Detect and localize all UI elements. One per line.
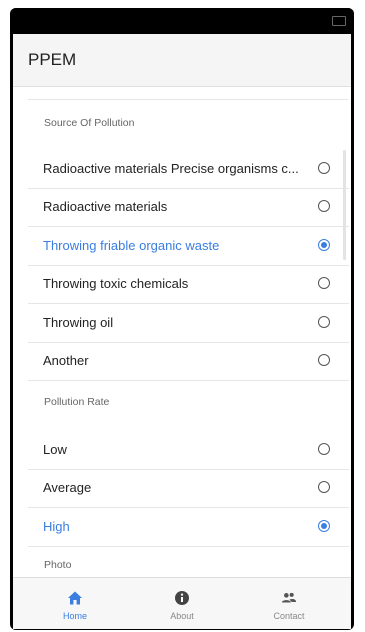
source-option-3[interactable]: Throwing toxic chemicals xyxy=(28,265,349,304)
device-frame: PPEM Source Of Pollution Radioactive mat… xyxy=(10,8,354,630)
radio-button[interactable] xyxy=(318,200,330,212)
option-label: Throwing toxic chemicals xyxy=(43,276,189,291)
nav-label-home: Home xyxy=(62,611,87,621)
form-content[interactable]: Source Of Pollution Radioactive material… xyxy=(13,87,351,577)
option-label: Radioactive materials Precise organisms … xyxy=(43,161,299,176)
option-label: Average xyxy=(43,480,92,495)
radio-button[interactable] xyxy=(318,162,330,174)
radio-button[interactable] xyxy=(318,239,330,251)
bottom-navigation: Home About Contact xyxy=(13,577,351,629)
battery-icon xyxy=(332,16,346,26)
rate-option-1[interactable]: Average xyxy=(28,469,349,508)
radio-button[interactable] xyxy=(318,316,330,328)
rate-option-0[interactable]: Low xyxy=(28,431,349,470)
divider xyxy=(28,99,348,100)
contacts-icon xyxy=(281,592,297,603)
radio-button[interactable] xyxy=(318,520,330,532)
option-label: High xyxy=(43,519,70,534)
nav-label-about: About xyxy=(170,611,194,621)
photo-section-header: Photo xyxy=(44,559,72,571)
status-bar xyxy=(10,8,354,34)
option-label: Throwing oil xyxy=(43,315,114,330)
scrollbar[interactable] xyxy=(343,150,346,260)
source-option-2[interactable]: Throwing friable organic waste xyxy=(28,227,349,266)
nav-about[interactable]: About xyxy=(142,578,222,629)
radio-button[interactable] xyxy=(318,354,330,366)
nav-contact[interactable]: Contact xyxy=(249,578,329,629)
option-label: Throwing friable organic waste xyxy=(43,238,220,253)
source-option-4[interactable]: Throwing oil xyxy=(28,304,349,343)
source-option-1[interactable]: Radioactive materials xyxy=(28,188,349,227)
app-title: PPEM xyxy=(28,50,77,69)
nav-home[interactable]: Home xyxy=(35,578,115,629)
rate-section-header: Pollution Rate xyxy=(44,396,110,408)
app-bar: PPEM xyxy=(13,34,351,87)
radio-selected-dot xyxy=(321,523,327,529)
option-label: Radioactive materials xyxy=(43,199,168,214)
radio-button[interactable] xyxy=(318,443,330,455)
source-section-header: Source Of Pollution xyxy=(44,117,135,129)
source-option-5[interactable]: Another xyxy=(28,342,349,381)
rate-option-2[interactable]: High xyxy=(28,508,349,547)
app-screen: PPEM Source Of Pollution Radioactive mat… xyxy=(13,34,351,629)
radio-button[interactable] xyxy=(318,481,330,493)
radio-button[interactable] xyxy=(318,277,330,289)
radio-selected-dot xyxy=(321,242,327,248)
info-icon xyxy=(175,591,189,605)
home-icon xyxy=(68,591,82,605)
nav-label-contact: Contact xyxy=(273,611,305,621)
source-option-0[interactable]: Radioactive materials Precise organisms … xyxy=(28,150,349,189)
option-label: Low xyxy=(43,442,67,457)
option-label: Another xyxy=(43,353,89,368)
